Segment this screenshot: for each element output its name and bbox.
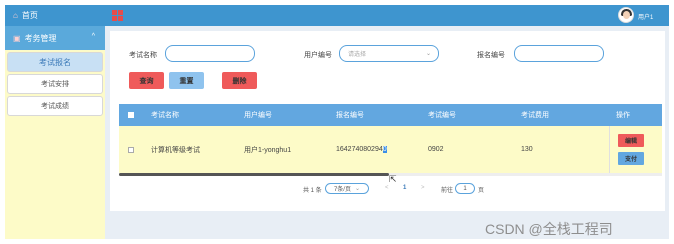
pagination-total: 共 1 条 <box>303 188 322 194</box>
query-button[interactable]: 查询 <box>129 72 164 89</box>
chevron-down-icon: ⌄ <box>425 51 431 57</box>
cell-exam-name: 计算机等级考试 <box>151 146 200 154</box>
column-header: 用户编号 <box>244 112 272 119</box>
cell-exam-no: 0902 <box>428 146 444 153</box>
main-content: 考试名称 用户编号 请选择 ⌄ 报名编号 查询 重置 删除 考试名称 用户编号 … <box>110 31 665 211</box>
avatar[interactable] <box>618 7 634 23</box>
delete-button[interactable]: 删除 <box>222 72 257 89</box>
current-page[interactable]: 1 <box>403 185 406 191</box>
page-size-select[interactable]: 7条/页 ⌄ <box>325 183 369 194</box>
sidebar-menu-label: 考务管理 <box>24 33 57 43</box>
column-header: 考试费用 <box>521 112 549 119</box>
sidebar-item-exam-registration[interactable]: 考试报名 <box>7 52 103 72</box>
reset-button[interactable]: 重置 <box>169 72 204 89</box>
chevron-down-icon: ⌄ <box>354 186 361 192</box>
sidebar-item-home-label: 首页 <box>21 11 38 20</box>
top-bar: 用户1 <box>105 5 669 26</box>
mouse-cursor-icon: ⇱ <box>389 174 397 184</box>
sidebar-menu-exam-management[interactable]: ▣ 考务管理 ^ <box>5 26 105 50</box>
next-page-button[interactable]: > <box>421 185 425 191</box>
sidebar-item-label: 考试安排 <box>41 81 69 88</box>
goto-page-input[interactable]: 1 <box>455 183 475 194</box>
column-header: 报名编号 <box>336 112 364 119</box>
column-header: 考试名称 <box>151 112 179 119</box>
sidebar-item-label: 考试报名 <box>39 57 71 67</box>
watermark: CSDN @全栈工程司 <box>485 221 613 237</box>
exam-name-label: 考试名称 <box>129 52 157 59</box>
cell-fee: 130 <box>521 146 533 153</box>
column-header: 考试编号 <box>428 112 456 119</box>
page-suffix: 页 <box>478 188 485 194</box>
sidebar-item-label: 考试成绩 <box>41 103 69 110</box>
cell-enroll-no: 1642740802 94 0 <box>336 146 387 153</box>
enroll-no-input[interactable] <box>514 45 604 62</box>
goto-label: 前往 <box>441 188 454 194</box>
sidebar-item-exam-results[interactable]: 考试成绩 <box>7 96 103 116</box>
cell-user-no: 用户1-yonghu1 <box>244 146 292 154</box>
prev-page-button[interactable]: < <box>385 185 389 191</box>
folder-icon: ▣ <box>13 33 21 43</box>
user-no-select[interactable]: 请选择 ⌄ <box>339 45 439 62</box>
pay-button[interactable]: 支付 <box>618 152 644 165</box>
column-header: 操作 <box>616 112 630 119</box>
table-row[interactable]: 计算机等级考试 用户1-yonghu1 1642740802 94 0 0902 1… <box>119 126 662 173</box>
chevron-up-icon: ^ <box>91 33 95 40</box>
sidebar-item-exam-schedule[interactable]: 考试安排 <box>7 74 103 94</box>
user-no-placeholder: 请选择 <box>348 52 367 58</box>
sidebar: ⌂ 首页 ▣ 考务管理 ^ 考试报名 考试安排 考试成绩 <box>5 5 105 239</box>
scrollbar-thumb[interactable] <box>119 173 389 176</box>
home-icon: ⌂ <box>13 11 18 20</box>
selected-text: 0 <box>382 146 387 153</box>
enroll-no-label: 报名编号 <box>477 52 505 59</box>
table-header: 考试名称 用户编号 报名编号 考试编号 考试费用 操作 <box>119 104 662 126</box>
select-all-checkbox[interactable] <box>128 104 134 126</box>
app-frame: ⌂ 首页 ▣ 考务管理 ^ 考试报名 考试安排 考试成绩 用户1 考试名称 用户… <box>5 5 669 239</box>
cell-operations: 编辑 支付 <box>609 126 662 173</box>
sidebar-item-home[interactable]: ⌂ 首页 <box>5 5 105 26</box>
user-name[interactable]: 用户1 <box>638 12 653 21</box>
menu-grid-icon[interactable] <box>112 10 123 21</box>
exam-name-input[interactable] <box>165 45 255 62</box>
row-checkbox[interactable] <box>128 126 134 173</box>
edit-button[interactable]: 编辑 <box>618 134 644 147</box>
user-no-label: 用户编号 <box>304 52 332 59</box>
